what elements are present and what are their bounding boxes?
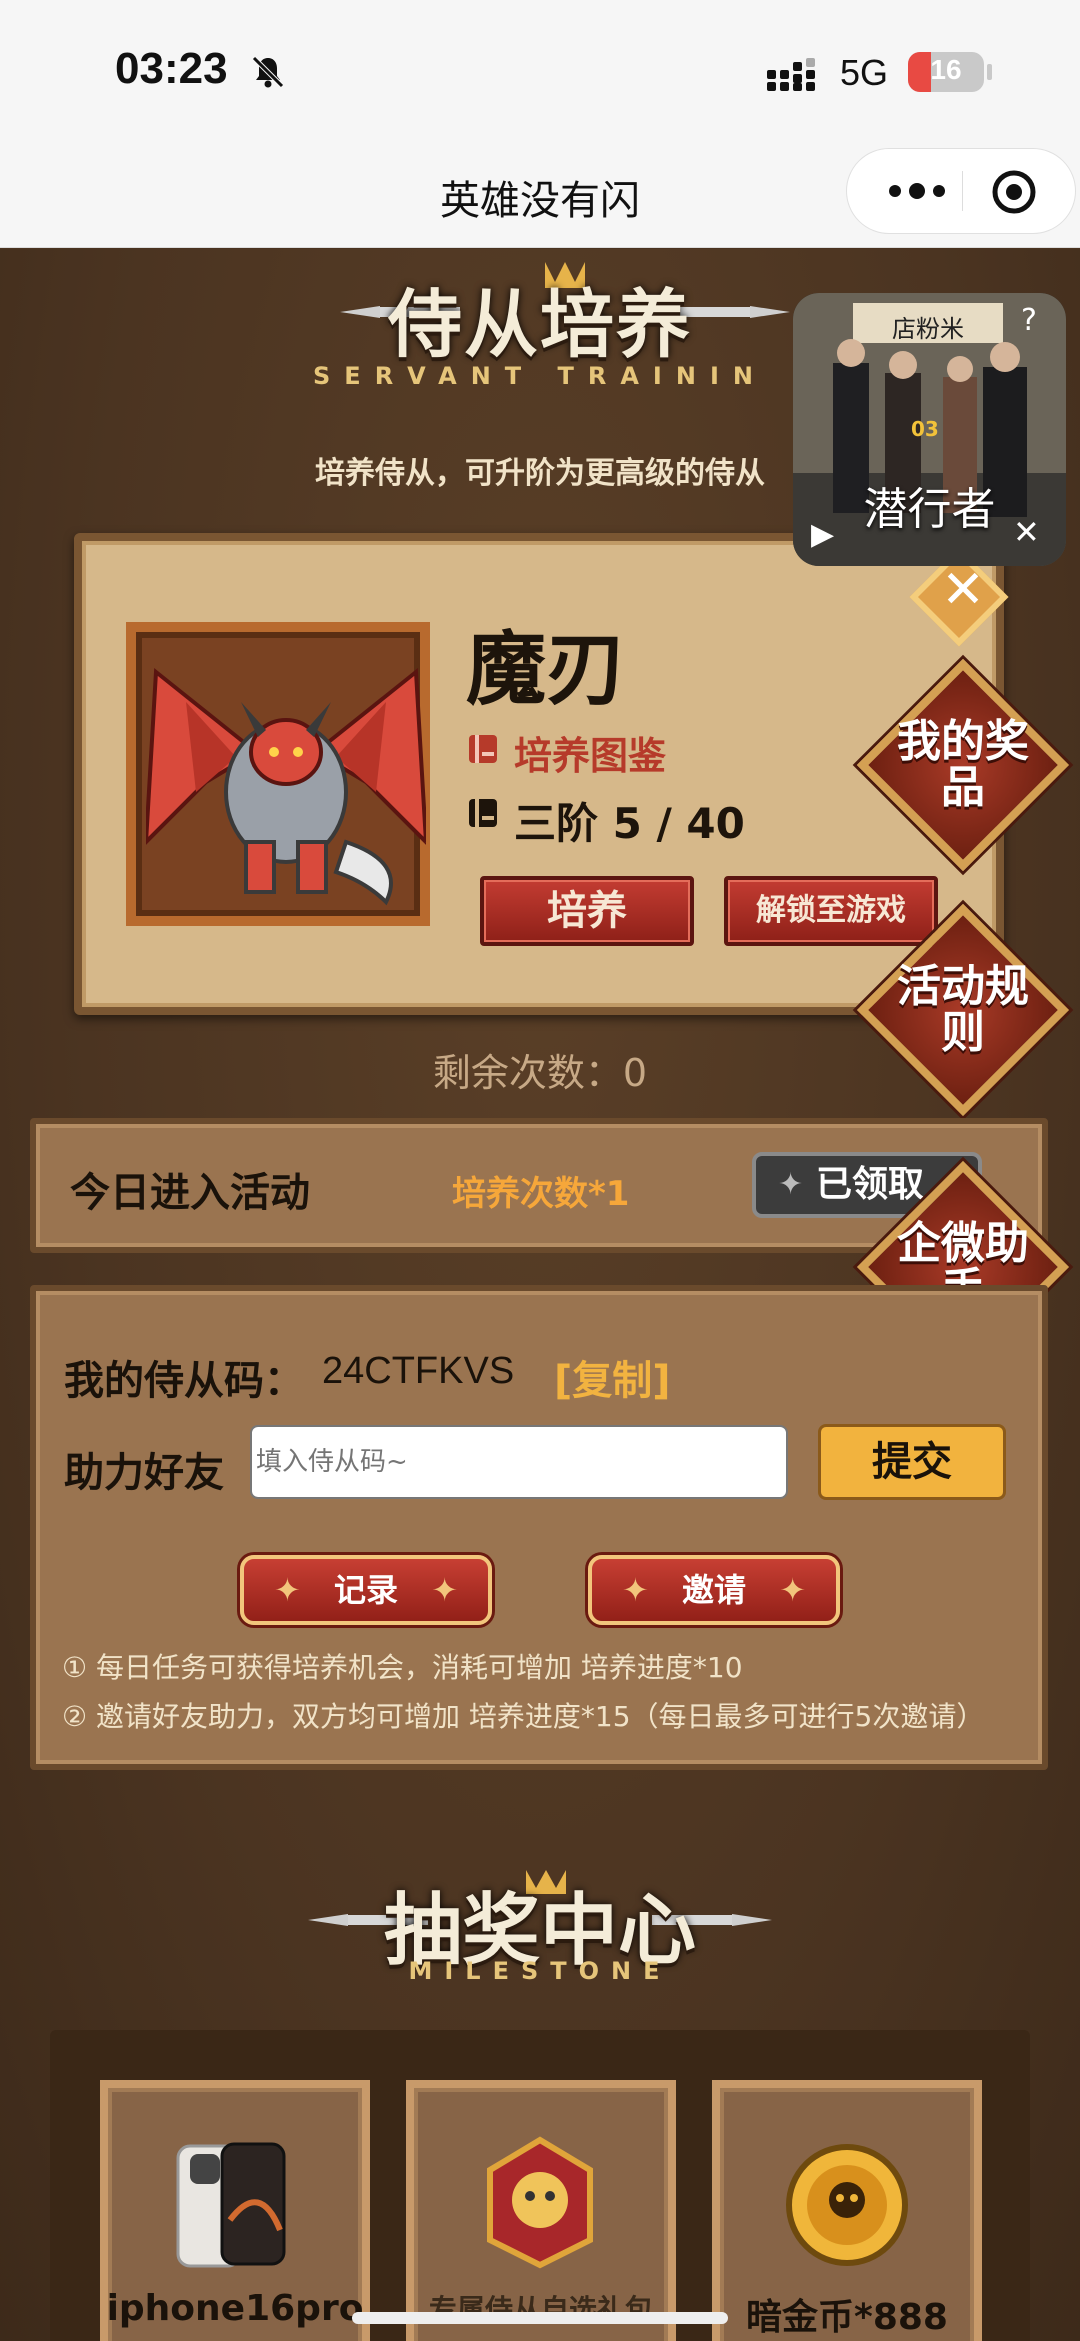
mute-bell-icon — [252, 56, 284, 88]
play-icon[interactable]: ▶ — [811, 517, 834, 552]
battery-icon: 16 — [908, 52, 984, 92]
rank-book-icon — [469, 799, 497, 827]
sparkle-icon: ✦ — [778, 1167, 804, 1202]
my-prizes-label: 我的奖品 — [897, 716, 1029, 813]
miniapp-capsule — [846, 148, 1076, 234]
train-button[interactable]: 培养 — [480, 876, 694, 946]
friend-code-input[interactable] — [250, 1425, 788, 1499]
my-code-label: 我的侍从码： — [64, 1358, 304, 1404]
video-sign-text: 店粉米 — [892, 315, 964, 343]
sparkle-icon: ✦ — [274, 1571, 301, 1609]
rule-note: ② 邀请好友助力，双方均可增加 培养进度*15（每日最多可进行5次邀请） — [62, 1700, 985, 1733]
invite-button[interactable]: ✦ 邀请 ✦ — [588, 1555, 840, 1625]
close-icon[interactable]: ✕ — [938, 560, 988, 620]
gift-chest-image — [487, 2136, 593, 2269]
help-icon[interactable]: ? — [1021, 303, 1037, 338]
help-friend-label: 助力好友 — [64, 1450, 224, 1496]
floating-video-player[interactable]: 店粉米 03 潜行者 ▶ ✕ ? — [793, 293, 1066, 566]
book-icon — [469, 735, 497, 763]
servant-name: 魔刃 — [466, 623, 626, 716]
record-label: 记录 — [333, 1571, 398, 1609]
dark-gold-coin-image — [786, 2144, 908, 2266]
claimed-status-label: 已领取 — [816, 1164, 925, 1205]
today-task-label: 今日进入活动 — [70, 1170, 310, 1216]
iphone-image — [176, 2142, 286, 2268]
invite-label: 邀请 — [681, 1571, 746, 1609]
today-task-reward: 培养次数*1 — [452, 1174, 630, 1214]
video-episode-number: 03 — [911, 417, 939, 441]
my-code-value: 24CTFKVS — [322, 1350, 515, 1392]
status-time: 03:23 — [115, 44, 228, 93]
video-close-icon[interactable]: ✕ — [1013, 513, 1040, 551]
unlock-to-game-button[interactable]: 解锁至游戏 — [724, 876, 938, 946]
close-miniapp-icon[interactable] — [989, 167, 1039, 217]
servant-atlas-link[interactable]: 培养图鉴 — [514, 725, 666, 780]
submit-button[interactable]: 提交 — [818, 1424, 1006, 1500]
capsule-divider — [962, 171, 963, 211]
activity-rules-label: 活动规则 — [897, 961, 1029, 1058]
prize-name: 暗金币*888 — [746, 2297, 948, 2338]
more-icon[interactable] — [877, 171, 957, 211]
sparkle-icon: ✦ — [622, 1571, 649, 1609]
signal-icon — [767, 58, 815, 91]
sparkle-icon: ✦ — [779, 1571, 806, 1609]
prize-name: iphone16pro — [106, 2288, 364, 2329]
home-indicator — [352, 2312, 728, 2324]
nav-bar: 英雄没有闪 — [0, 148, 1080, 248]
battery-cap — [987, 64, 992, 80]
demon-blade-servant-image — [146, 668, 426, 906]
network-type: 5G — [840, 52, 889, 93]
status-bar: 03:23 5G 16 — [0, 0, 1080, 148]
record-button[interactable]: ✦ 记录 ✦ — [240, 1555, 492, 1625]
servant-rank-progress: 三阶 5 / 40 — [514, 799, 745, 848]
rule-note: ① 每日任务可获得培养机会，消耗可增加 培养进度*10 — [62, 1651, 743, 1684]
lottery-subtitle: MILESTONE — [408, 1957, 672, 1985]
sparkle-icon: ✦ — [431, 1571, 458, 1609]
battery-level: 16 — [930, 54, 962, 85]
copy-code-button[interactable]: [复制] — [554, 1348, 671, 1406]
